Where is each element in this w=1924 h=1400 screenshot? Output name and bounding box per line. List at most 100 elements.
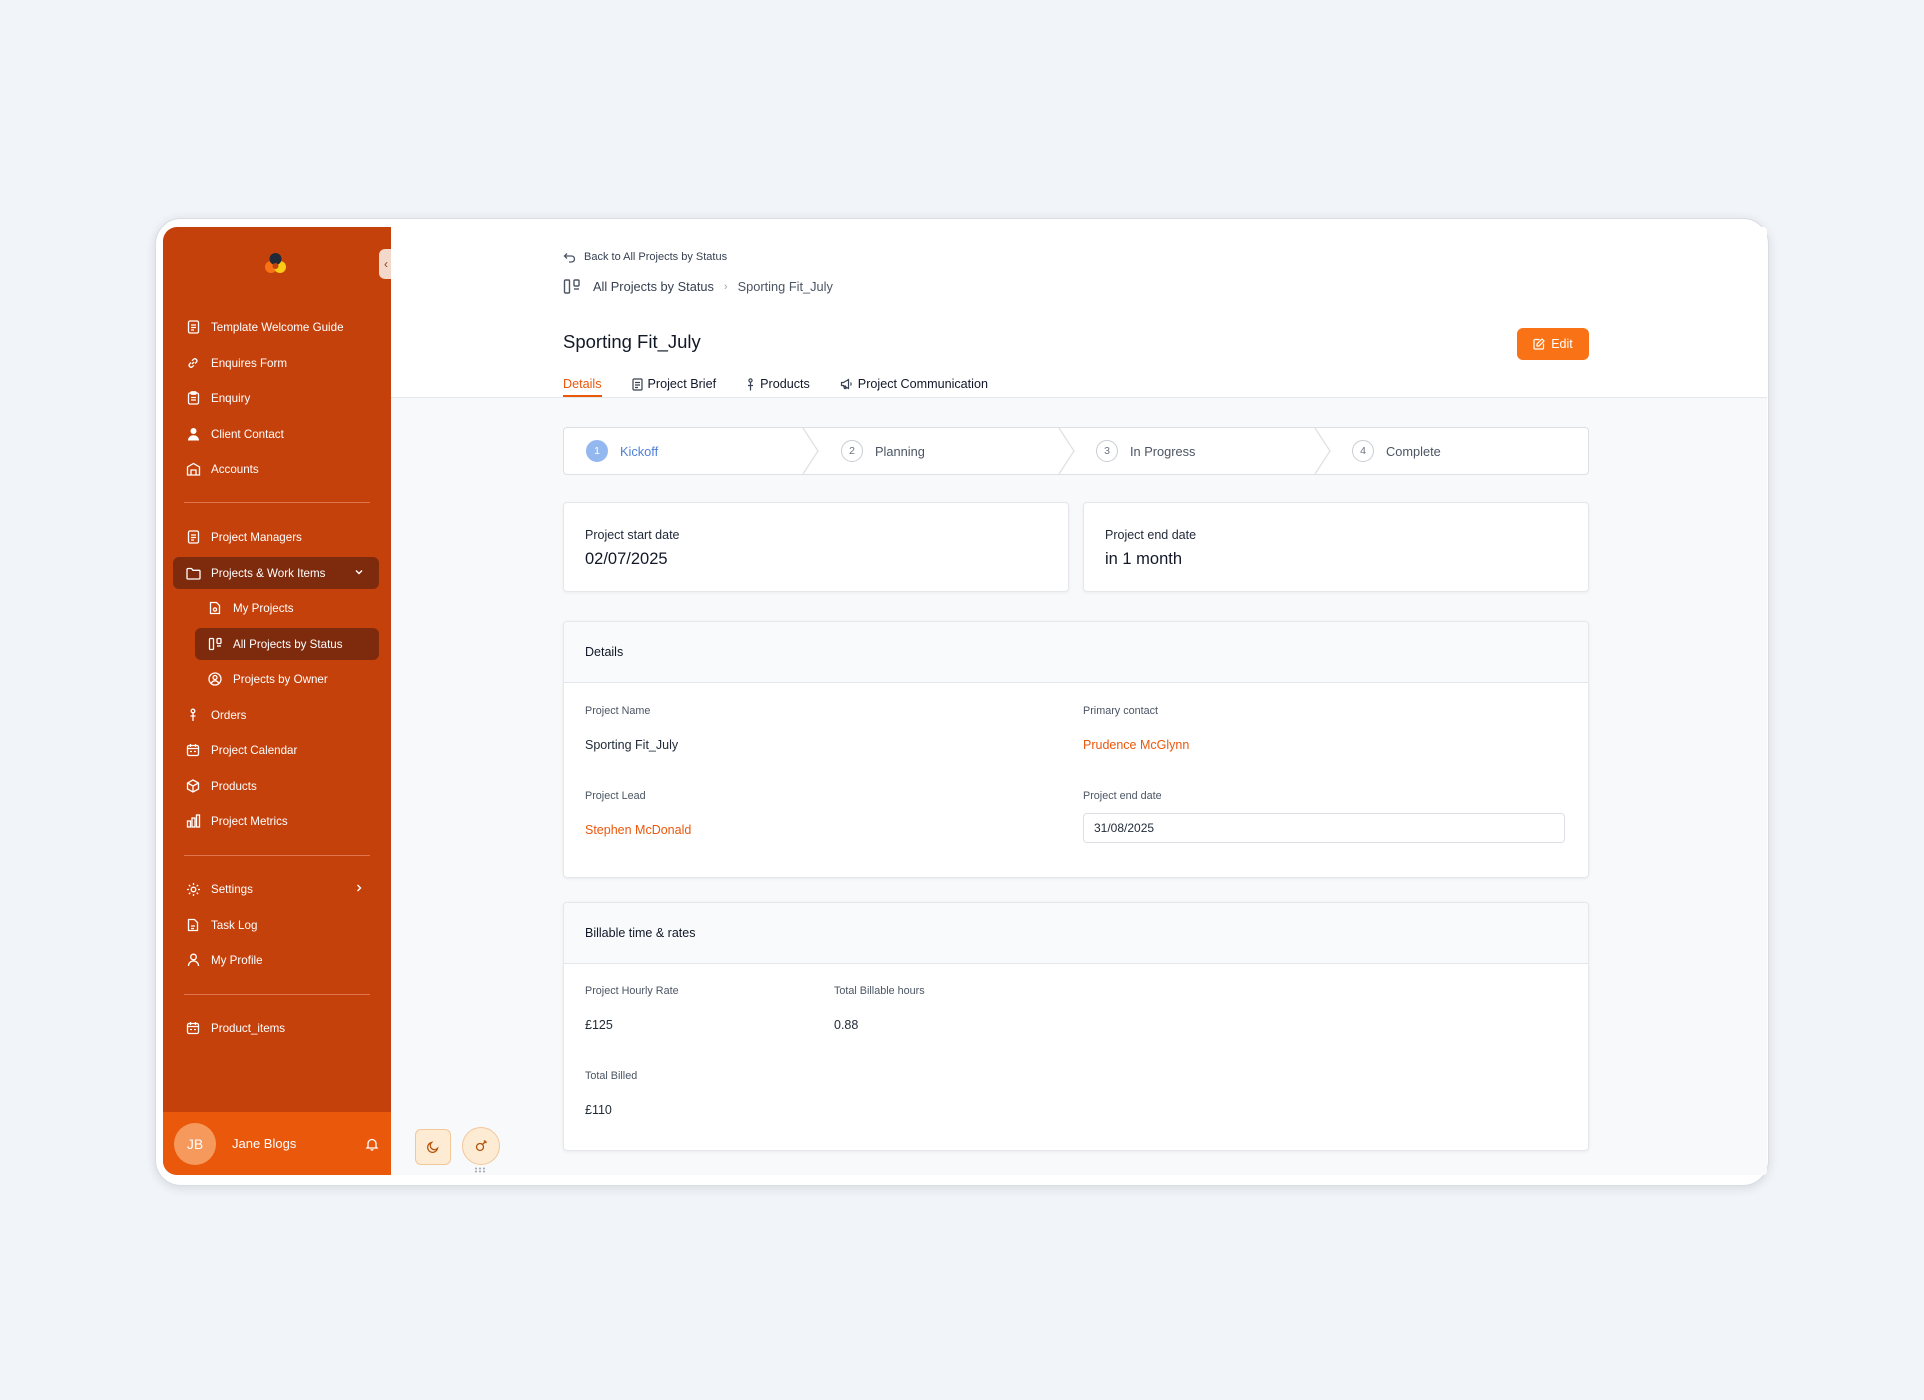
edit-button[interactable]: Edit xyxy=(1517,328,1589,360)
calendar-icon xyxy=(185,742,201,758)
sidebar-item-label: My Profile xyxy=(211,953,263,967)
kanban-icon xyxy=(563,279,580,294)
tab-project-brief[interactable]: Project Brief xyxy=(631,373,716,395)
primary-contact-field: Primary contact Prudence McGlynn xyxy=(1083,705,1190,752)
breadcrumb-link[interactable]: All Projects by Status xyxy=(593,279,714,294)
breadcrumb: All Projects by Status › Sporting Fit_Ju… xyxy=(563,278,833,295)
start-date-label: Project start date xyxy=(585,528,680,542)
sidebar-item-task-log[interactable]: Task Log xyxy=(173,909,379,941)
sidebar-item-accounts[interactable]: Accounts xyxy=(173,453,379,485)
sidebar-item-label: Project Metrics xyxy=(211,814,288,828)
tab-project-communication[interactable]: Project Communication xyxy=(840,373,988,395)
sidebar-item-projects-by-owner[interactable]: Projects by Owner xyxy=(195,663,379,695)
file-icon xyxy=(185,917,201,933)
sidebar-item-label: Project Managers xyxy=(211,530,302,544)
sidebar-item-label: Projects by Owner xyxy=(233,672,328,686)
user-circle-icon xyxy=(207,671,223,687)
project-lead-link[interactable]: Stephen McDonald xyxy=(585,823,691,837)
step-separator xyxy=(802,428,819,474)
sidebar-item-label: Enquiry xyxy=(211,391,251,405)
sidebar-item-label: Orders xyxy=(211,708,247,722)
end-date-card: Project end date in 1 month xyxy=(1083,502,1589,592)
sidebar-item-my-projects[interactable]: My Projects xyxy=(195,592,379,624)
file-icon xyxy=(207,600,223,616)
back-link[interactable]: Back to All Projects by Status xyxy=(563,251,727,263)
sidebar-item-products[interactable]: Products xyxy=(173,770,379,802)
sidebar-item-label: Enquires Form xyxy=(211,356,288,370)
sidebar-item-projects-work-items[interactable]: Projects & Work Items xyxy=(173,557,379,589)
project-lead-field: Project Lead Stephen McDonald xyxy=(585,790,692,837)
sidebar-item-project-calendar[interactable]: Project Calendar xyxy=(173,734,379,766)
building-icon xyxy=(185,461,201,477)
project-end-date-field: Project end date 31/08/2025 xyxy=(1083,790,1565,843)
pin-icon xyxy=(185,707,201,723)
drag-handle-icon[interactable] xyxy=(474,1167,486,1173)
sidebar-item-enquires-form[interactable]: Enquires Form xyxy=(173,347,379,379)
billable-hours-field: Total Billable hours 0.88 xyxy=(834,985,925,1032)
dev-tools-button[interactable] xyxy=(462,1127,500,1165)
megaphone-icon xyxy=(840,378,852,390)
chart-icon xyxy=(185,813,201,829)
page-title: Sporting Fit_July xyxy=(563,331,701,352)
details-panel: Details Project Name Sporting Fit_July P… xyxy=(563,621,1589,878)
sidebar-item-label: Products xyxy=(211,779,257,793)
link-icon xyxy=(185,355,201,371)
edit-icon xyxy=(1533,338,1546,350)
user-name[interactable]: Jane Blogs xyxy=(232,1136,365,1151)
tab-products[interactable]: Products xyxy=(746,373,810,395)
end-date-label: Project end date xyxy=(1105,528,1197,542)
hourly-rate-field: Project Hourly Rate £125 xyxy=(585,985,679,1032)
folder-icon xyxy=(185,565,201,581)
main-content: Back to All Projects by Status All Proje… xyxy=(391,227,1767,1175)
sidebar-item-label: Accounts xyxy=(211,462,259,476)
sidebar-item-enquiry[interactable]: Enquiry xyxy=(173,382,379,414)
step-complete[interactable]: 4 Complete xyxy=(1352,428,1441,474)
theme-toggle-button[interactable] xyxy=(415,1129,451,1165)
primary-contact-link[interactable]: Prudence McGlynn xyxy=(1083,738,1189,752)
step-kickoff[interactable]: 1 Kickoff xyxy=(586,428,658,474)
status-stepper: 1 Kickoff 2 Planning 3 In Progress 4 Com… xyxy=(563,427,1589,475)
breadcrumb-separator: › xyxy=(723,280,728,293)
sidebar-item-my-profile[interactable]: My Profile xyxy=(173,944,379,976)
end-date-input[interactable]: 31/08/2025 xyxy=(1083,813,1565,843)
user-outline-icon xyxy=(185,952,201,968)
sidebar-item-project-metrics[interactable]: Project Metrics xyxy=(173,805,379,837)
sidebar-item-label: Client Contact xyxy=(211,427,284,441)
sidebar-item-product-items[interactable]: Product_items xyxy=(173,1012,379,1044)
sidebar-item-orders[interactable]: Orders xyxy=(173,699,379,731)
pin-icon xyxy=(748,377,754,390)
step-separator xyxy=(1314,428,1331,474)
user-bar: JB Jane Blogs xyxy=(163,1112,391,1175)
sidebar-item-label: Template Welcome Guide xyxy=(211,320,344,334)
sidebar-item-label: All Projects by Status xyxy=(233,637,343,651)
avatar[interactable]: JB xyxy=(174,1122,216,1165)
start-date-card: Project start date 02/07/2025 xyxy=(563,502,1069,592)
step-planning[interactable]: 2 Planning xyxy=(841,428,925,474)
sidebar-item-template-welcome-guide[interactable]: Template Welcome Guide xyxy=(173,311,379,343)
document-icon xyxy=(631,377,643,391)
sidebar-item-label: Settings xyxy=(211,882,253,896)
total-billed-field: Total Billed £110 xyxy=(585,1070,638,1117)
panel-header: Billable time & rates xyxy=(564,903,1588,964)
step-in-progress[interactable]: 3 In Progress xyxy=(1096,428,1195,474)
sidebar-item-label: Product_items xyxy=(211,1021,286,1035)
sidebar-item-settings[interactable]: Settings xyxy=(173,873,379,905)
tab-details[interactable]: Details xyxy=(563,373,602,397)
tab-bar: Details Project Brief Products Project C… xyxy=(563,373,1018,397)
document-icon xyxy=(185,529,201,545)
sidebar-item-label: Projects & Work Items xyxy=(211,566,326,580)
sidebar-item-all-projects-by-status[interactable]: All Projects by Status xyxy=(195,628,379,660)
chevron-down-icon xyxy=(355,570,363,575)
sidebar: ‹ Template Welcome Guide Enquires Form E… xyxy=(163,227,393,1175)
page-header: Back to All Projects by Status All Proje… xyxy=(391,227,1767,398)
sidebar-item-label: Project Calendar xyxy=(211,743,298,757)
wand-icon xyxy=(475,1140,487,1152)
sidebar-item-client-contact[interactable]: Client Contact xyxy=(173,418,379,450)
calendar-icon xyxy=(185,1020,201,1036)
sidebar-item-project-managers[interactable]: Project Managers xyxy=(173,521,379,553)
sidebar-divider xyxy=(184,855,370,856)
box-icon xyxy=(185,778,201,794)
kanban-icon xyxy=(207,636,223,652)
bell-icon[interactable] xyxy=(365,1137,379,1151)
clipboard-icon xyxy=(185,390,201,406)
